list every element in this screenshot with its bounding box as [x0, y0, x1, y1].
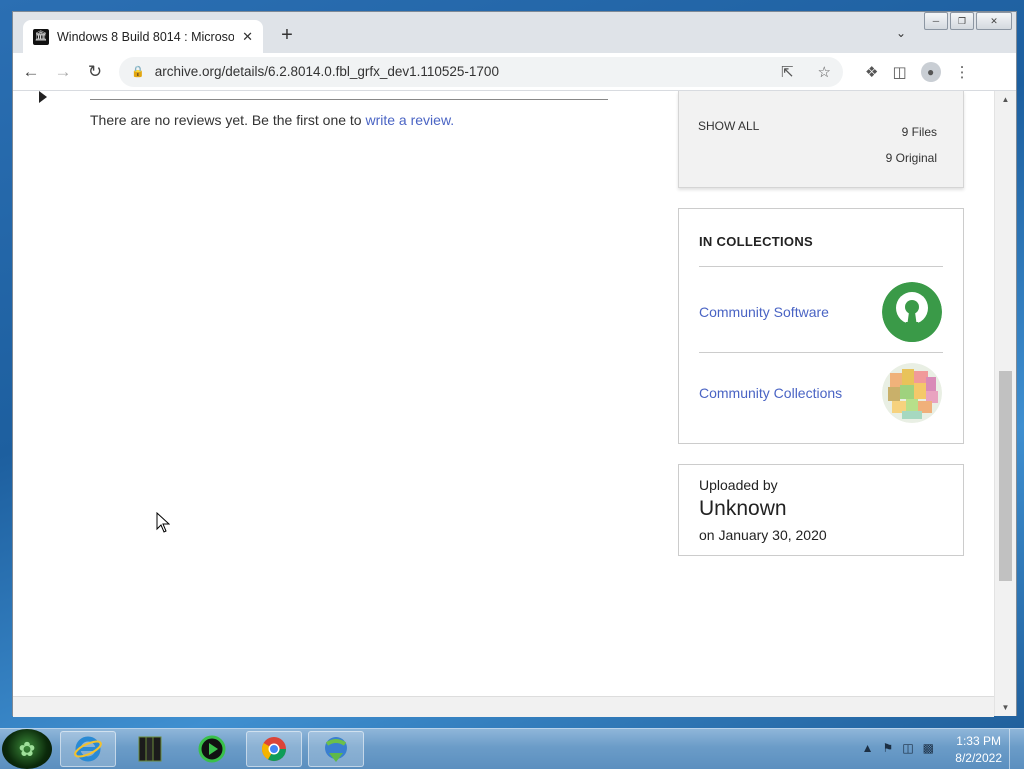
tab-strip: 🏛 Windows 8 Build 8014 : Microsof ✕ + [23, 20, 299, 53]
horizontal-scrollbar[interactable] [13, 696, 994, 717]
browser-tab[interactable]: 🏛 Windows 8 Build 8014 : Microsof ✕ [23, 20, 263, 53]
review-play-icon [39, 91, 47, 103]
url-text[interactable]: archive.org/details/6.2.8014.0.fbl_grfx_… [155, 64, 757, 79]
upload-date: on January 30, 2020 [699, 527, 827, 543]
chrome-icon[interactable] [246, 731, 302, 767]
browser-window: ─ ❐ ✕ 🏛 Windows 8 Build 8014 : Microsof … [12, 11, 1017, 717]
download-manager-icon[interactable] [308, 731, 364, 767]
scroll-up-icon[interactable]: ▲ [995, 95, 1016, 104]
original-count[interactable]: 9 Original [886, 151, 937, 165]
collection-link-community-collections[interactable]: Community Collections [699, 385, 842, 401]
write-review-link[interactable]: write a review. [365, 112, 454, 128]
network-icon[interactable]: ◫ [902, 741, 913, 755]
clock-time: 1:33 PM [956, 734, 1001, 748]
lock-icon[interactable]: 🔒 [131, 65, 145, 78]
action-center-flag-icon[interactable]: ⚑ [883, 741, 894, 755]
system-tray: ▲ ⚑ ◫ ▩ [862, 741, 934, 755]
share-icon[interactable]: ⇱ [781, 63, 794, 81]
collection-divider [699, 266, 943, 267]
media-player-icon[interactable] [184, 731, 240, 767]
archive-icon: 🏛 [33, 28, 49, 45]
tab-title: Windows 8 Build 8014 : Microsof [57, 29, 235, 44]
scrollbar-thumb[interactable] [999, 371, 1012, 581]
vertical-scrollbar[interactable]: ▲ ▼ [994, 91, 1016, 716]
menu-kebab-icon[interactable]: ⋮ [955, 63, 970, 81]
forward-button[interactable]: → [49, 58, 77, 86]
collections-heading: IN COLLECTIONS [699, 234, 813, 249]
files-panel: SHOW ALL 9 Files 9 Original [678, 91, 964, 188]
clock-date: 8/2/2022 [955, 751, 1002, 765]
maximize-button[interactable]: ❐ [950, 12, 974, 30]
start-button[interactable]: ✿ [2, 729, 52, 769]
collection-link-community-software[interactable]: Community Software [699, 304, 829, 320]
internet-explorer-icon[interactable] [60, 731, 116, 767]
reload-button[interactable]: ↻ [81, 58, 109, 86]
uploader-name: Unknown [699, 497, 787, 520]
browser-toolbar: ← → ↻ 🔒 archive.org/details/6.2.8014.0.f… [13, 53, 1016, 91]
collections-panel: IN COLLECTIONS Community Software Commun… [678, 208, 964, 444]
profile-avatar[interactable]: ● [920, 61, 941, 82]
side-panel-icon[interactable]: ◫ [892, 63, 906, 81]
signal-bars-icon[interactable]: ▩ [923, 741, 934, 755]
system-clock[interactable]: 1:33 PM 8/2/2022 [955, 733, 1002, 767]
collage-icon[interactable] [882, 363, 942, 423]
open-source-keyhole-icon[interactable] [882, 282, 942, 342]
new-tab-button[interactable]: + [275, 24, 299, 47]
show-hidden-icons-icon[interactable]: ▲ [862, 741, 874, 755]
collection-divider [699, 352, 943, 353]
review-divider [90, 99, 608, 100]
back-button[interactable]: ← [17, 58, 45, 86]
bookmark-star-icon[interactable]: ☆ [818, 63, 831, 81]
minimize-button[interactable]: ─ [924, 12, 948, 30]
uploader-panel: Uploaded by Unknown on January 30, 2020 [678, 464, 964, 556]
reviews-empty-text: There are no reviews yet. Be the first o… [90, 112, 362, 128]
show-all-link[interactable]: SHOW ALL [698, 119, 759, 133]
files-count[interactable]: 9 Files [902, 125, 937, 139]
close-window-button[interactable]: ✕ [976, 12, 1012, 30]
taskbar: ✿ ▲ ⚑ ◫ ▩ 1:33 PM 8/2/2022 [0, 728, 1024, 769]
tab-close-icon[interactable]: ✕ [242, 29, 253, 45]
page-viewport: There are no reviews yet. Be the first o… [13, 91, 994, 696]
reviews-empty-message: There are no reviews yet. Be the first o… [90, 112, 454, 128]
extensions-puzzle-icon[interactable]: ❖ [865, 63, 878, 81]
show-desktop-button[interactable] [1009, 729, 1024, 769]
scroll-down-icon[interactable]: ▼ [995, 703, 1016, 712]
window-controls: ─ ❐ ✕ [924, 12, 1012, 30]
uploaded-by-label: Uploaded by [699, 477, 778, 493]
mouse-cursor-icon [156, 512, 170, 533]
tab-search-chevron-icon[interactable]: ⌄ [896, 26, 906, 40]
address-bar[interactable]: 🔒 archive.org/details/6.2.8014.0.fbl_grf… [119, 56, 843, 87]
winrar-icon[interactable] [122, 731, 178, 767]
